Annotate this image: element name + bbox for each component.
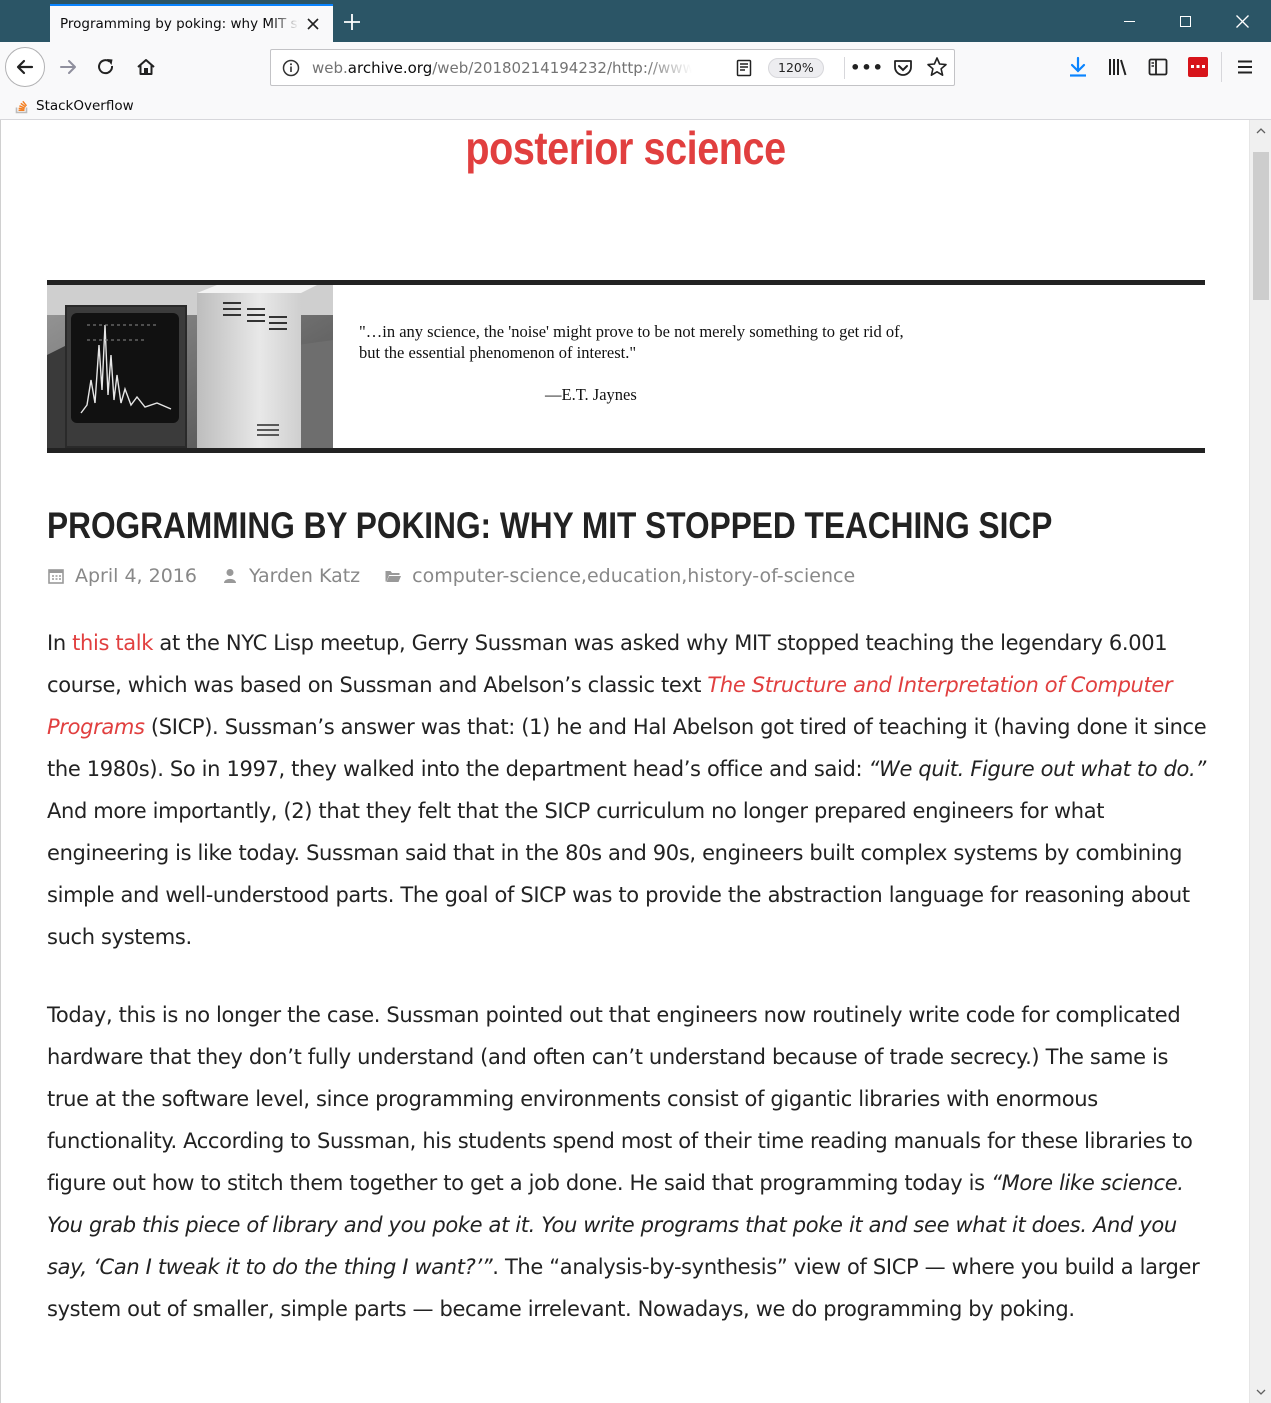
forward-button[interactable]: [52, 51, 84, 83]
quote-line-1: "…in any science, the 'noise' might prov…: [359, 322, 904, 341]
category-link[interactable]: history-of-science: [687, 565, 855, 587]
banner-quote: "…in any science, the 'noise' might prov…: [359, 321, 904, 363]
text-span: And more importantly, (2) that they felt…: [47, 799, 1190, 949]
forward-arrow-icon: [60, 60, 76, 74]
category-link[interactable]: education: [587, 565, 681, 587]
back-button[interactable]: [5, 47, 45, 87]
folder-icon: [384, 567, 402, 585]
sidebar-icon[interactable]: [1146, 55, 1170, 79]
bookmark-label: StackOverflow: [36, 98, 134, 114]
bookmarks-toolbar: StackOverflow: [0, 92, 1271, 120]
post-title[interactable]: PROGRAMMING BY POKING: WHY MIT STOPPED T…: [47, 504, 1052, 548]
url-text[interactable]: web.archive.org/web/20180214194232/http:…: [312, 59, 692, 77]
site-title[interactable]: posterior science: [88, 120, 1162, 176]
post-author: Yarden Katz: [221, 565, 360, 587]
quote-line-2: but the essential phenomenon of interest…: [359, 343, 637, 362]
zoom-indicator[interactable]: 120%: [768, 58, 824, 78]
post-categories: computer-science, education, history-of-…: [384, 565, 855, 587]
post-meta: April 4, 2016 Yarden Katz computer-scien…: [47, 565, 879, 587]
home-icon: [137, 59, 155, 75]
user-icon: [221, 567, 239, 585]
scrollbar-thumb[interactable]: [1253, 152, 1269, 300]
category-link[interactable]: computer-science: [412, 565, 581, 587]
minimize-button[interactable]: [1101, 0, 1157, 42]
navigation-toolbar: web.archive.org/web/20180214194232/http:…: [0, 42, 1271, 92]
vertical-scrollbar[interactable]: [1249, 120, 1271, 1403]
url-path: /web/20180214194232/http://www.posterior…: [432, 59, 692, 77]
title-bar: Programming by poking: why MIT stopped t…: [0, 0, 1271, 42]
pocket-icon[interactable]: [892, 57, 914, 79]
reader-view-icon[interactable]: [734, 58, 754, 78]
quote-attribution: —E.T. Jaynes: [545, 385, 637, 404]
toolbar-divider: [1221, 52, 1222, 82]
bookmark-star-icon[interactable]: [926, 56, 948, 78]
tab-active[interactable]: Programming by poking: why MIT stopped t…: [50, 4, 333, 42]
text-span: Today, this is no longer the case. Sussm…: [47, 1003, 1193, 1195]
tab-title: Programming by poking: why MIT stopped t…: [60, 16, 299, 32]
url-divider: [844, 57, 845, 79]
info-icon[interactable]: [281, 58, 301, 78]
header-banner: "…in any science, the 'noise' might prov…: [47, 280, 1205, 453]
tab-close-icon[interactable]: [303, 14, 323, 34]
close-window-button[interactable]: [1214, 0, 1270, 42]
quote-text: “We quit. Figure out what to do.”: [868, 757, 1207, 781]
url-prefix: web.: [312, 59, 348, 77]
maximize-button[interactable]: [1157, 0, 1213, 42]
reload-icon: [98, 59, 114, 75]
home-button[interactable]: [130, 51, 162, 83]
scroll-down-arrow-icon[interactable]: [1250, 1381, 1271, 1403]
post-date-text[interactable]: April 4, 2016: [75, 565, 197, 587]
page-viewport: posterior science "…in any science, the …: [0, 120, 1249, 1403]
url-domain: archive.org: [347, 59, 433, 77]
post-author-link[interactable]: Yarden Katz: [249, 565, 360, 587]
new-tab-button[interactable]: [336, 6, 368, 38]
paragraph-1: In this talk at the NYC Lisp meetup, Ger…: [47, 622, 1207, 958]
reload-button[interactable]: [90, 51, 122, 83]
stackoverflow-icon: [14, 98, 30, 114]
post-content: In this talk at the NYC Lisp meetup, Ger…: [47, 622, 1207, 1366]
back-arrow-icon: [16, 59, 34, 75]
scroll-up-arrow-icon[interactable]: [1250, 120, 1271, 142]
text-span: In: [47, 631, 73, 655]
this-talk-link[interactable]: this talk: [72, 631, 153, 655]
calendar-icon: [47, 567, 65, 585]
bookmark-stackoverflow[interactable]: StackOverflow: [14, 95, 134, 117]
url-bar[interactable]: web.archive.org/web/20180214194232/http:…: [270, 49, 955, 86]
paragraph-2: Today, this is no longer the case. Sussm…: [47, 994, 1207, 1330]
banner-computer-image: [47, 285, 333, 448]
post-date: April 4, 2016: [47, 565, 197, 587]
hamburger-menu-icon[interactable]: [1233, 55, 1257, 79]
page-actions-icon[interactable]: •••: [850, 56, 883, 78]
library-icon[interactable]: [1106, 55, 1130, 79]
download-icon[interactable]: [1066, 55, 1090, 79]
extension-icon[interactable]: [1186, 55, 1210, 79]
